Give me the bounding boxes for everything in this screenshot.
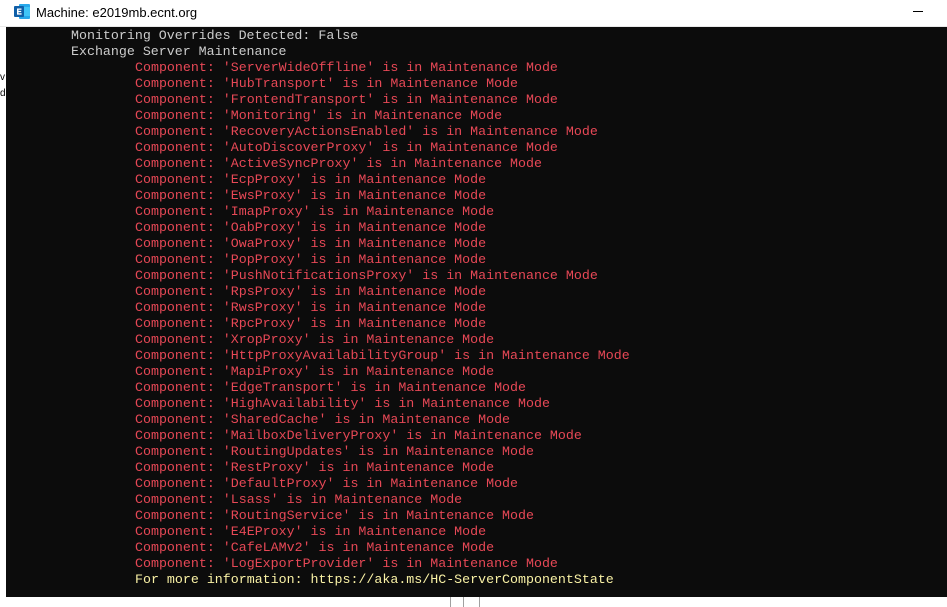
console-output[interactable]: Monitoring Overrides Detected: False Exch… (6, 27, 947, 597)
component-status-line: Component: 'ImapProxy' is in Maintenance… (135, 204, 495, 219)
component-status-line: Component: 'CafeLAMv2' is in Maintenance… (135, 540, 495, 555)
window-title: Machine: e2019mb.ecnt.org (36, 5, 198, 20)
component-status-line: Component: 'SharedCache' is in Maintenan… (135, 412, 511, 427)
title-bar[interactable]: Machine: e2019mb.ecnt.org (0, 0, 947, 27)
component-status-line: Component: 'MailboxDeliveryProxy' is in … (135, 428, 582, 443)
component-status-line: Component: 'RpcProxy' is in Maintenance … (135, 316, 487, 331)
monitoring-overrides-line: Monitoring Overrides Detected: False (71, 28, 359, 43)
exchange-app-icon (14, 3, 31, 20)
remote-session-window: Machine: e2019mb.ecnt.org v d Monitoring… (0, 0, 947, 607)
divider (450, 597, 451, 607)
component-status-line: Component: 'HighAvailability' is in Main… (135, 396, 550, 411)
component-status-line: Component: 'RoutingUpdates' is in Mainte… (135, 444, 534, 459)
component-status-line: Component: 'AutoDiscoverProxy' is in Mai… (135, 140, 558, 155)
component-status-line: Component: 'PushNotificationsProxy' is i… (135, 268, 598, 283)
component-status-line: Component: 'PopProxy' is in Maintenance … (135, 252, 487, 267)
component-status-line: Component: 'RpsProxy' is in Maintenance … (135, 284, 487, 299)
divider (463, 597, 464, 607)
component-status-line: Component: 'E4EProxy' is in Maintenance … (135, 524, 487, 539)
component-status-line: Component: 'RoutingService' is in Mainte… (135, 508, 534, 523)
component-status-line: Component: 'XropProxy' is in Maintenance… (135, 332, 495, 347)
console-lines: Monitoring Overrides Detected: False Exch… (6, 28, 630, 588)
component-status-line: Component: 'Monitoring' is in Maintenanc… (135, 108, 503, 123)
component-status-line: Component: 'ServerWideOffline' is in Mai… (135, 60, 558, 75)
component-status-line: Component: 'EdgeTransport' is in Mainten… (135, 380, 526, 395)
component-status-line: Component: 'RestProxy' is in Maintenance… (135, 460, 495, 475)
divider (479, 597, 480, 607)
component-status-line: Component: 'RwsProxy' is in Maintenance … (135, 300, 487, 315)
component-status-line: Component: 'OwaProxy' is in Maintenance … (135, 236, 487, 251)
component-status-line: Component: 'RecoveryActionsEnabled' is i… (135, 124, 598, 139)
component-status-line: Component: 'ActiveSyncProxy' is in Maint… (135, 156, 542, 171)
component-status-line: Component: 'Lsass' is in Maintenance Mod… (135, 492, 463, 507)
component-status-line: Component: 'LogExportProvider' is in Mai… (135, 556, 558, 571)
background-window-bottom (0, 597, 947, 607)
component-status-line: Component: 'DefaultProxy' is in Maintena… (135, 476, 519, 491)
component-status-line: Component: 'EcpProxy' is in Maintenance … (135, 172, 487, 187)
component-status-line: Component: 'HttpProxyAvailabilityGroup' … (135, 348, 630, 363)
maintenance-header-line: Exchange Server Maintenance (71, 44, 287, 59)
minimize-icon[interactable] (908, 0, 928, 22)
component-status-line: Component: 'FrontendTransport' is in Mai… (135, 92, 558, 107)
component-status-line: Component: 'HubTransport' is in Maintena… (135, 76, 519, 91)
component-status-line: Component: 'MapiProxy' is in Maintenance… (135, 364, 495, 379)
component-status-line: Component: 'EwsProxy' is in Maintenance … (135, 188, 487, 203)
more-information-line: For more information: https://aka.ms/HC-… (135, 572, 614, 587)
component-status-line: Component: 'OabProxy' is in Maintenance … (135, 220, 487, 235)
